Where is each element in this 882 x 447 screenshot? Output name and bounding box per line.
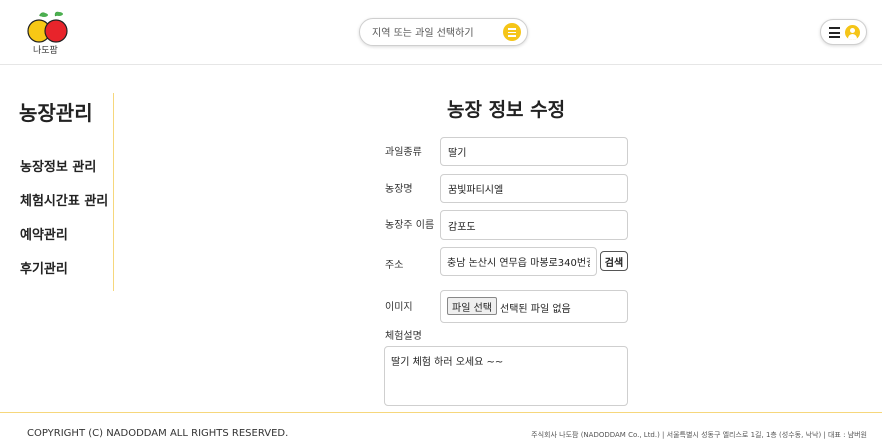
copyright-text: COPYRIGHT (C) NADODDAM ALL RIGHTS RESERV… xyxy=(27,428,289,439)
sidebar: 농장관리 농장정보 관리 체험시간표 관리 예약관리 후기관리 xyxy=(0,93,114,291)
file-select-button[interactable]: 파일 선택 xyxy=(447,297,497,315)
farm-name-label: 농장명 xyxy=(385,184,413,195)
hamburger-icon xyxy=(829,27,840,38)
user-circle-icon xyxy=(845,25,860,40)
address-input[interactable] xyxy=(440,247,597,276)
search-bar[interactable] xyxy=(359,18,528,46)
sidebar-title: 농장관리 xyxy=(19,101,93,125)
header: 나도팜 xyxy=(0,0,882,65)
company-info: 주식회사 나도팜 (NADODDAM Co., Ltd.) | 서울특별시 성동… xyxy=(531,431,867,439)
description-label: 체험설명 xyxy=(385,331,422,342)
sidebar-item-farm-info[interactable]: 농장정보 관리 xyxy=(20,156,96,175)
address-search-button[interactable]: 검색 xyxy=(600,251,628,271)
file-status-text: 선택된 파일 없음 xyxy=(500,304,571,315)
image-label: 이미지 xyxy=(385,302,413,313)
sidebar-item-schedule[interactable]: 체험시간표 관리 xyxy=(20,190,108,209)
fruit-type-input[interactable] xyxy=(440,137,628,166)
search-input[interactable] xyxy=(372,25,502,41)
page-title: 농장 정보 수정 xyxy=(447,99,566,121)
menu-lines-icon[interactable] xyxy=(503,23,521,41)
description-textarea[interactable]: 딸기 체험 하러 오세요 ~~ xyxy=(384,346,628,406)
user-menu-button[interactable] xyxy=(820,19,867,45)
owner-name-input[interactable] xyxy=(440,210,628,240)
farm-name-input[interactable] xyxy=(440,174,628,203)
fruit-type-label: 과일종류 xyxy=(385,147,422,158)
owner-name-label: 농장주 이름 xyxy=(385,220,435,231)
sidebar-item-reviews[interactable]: 후기관리 xyxy=(20,258,68,277)
address-label: 주소 xyxy=(385,260,404,271)
logo-text: 나도팜 xyxy=(33,46,58,56)
sidebar-item-reservations[interactable]: 예약관리 xyxy=(20,224,68,243)
footer: COPYRIGHT (C) NADODDAM ALL RIGHTS RESERV… xyxy=(0,412,882,447)
